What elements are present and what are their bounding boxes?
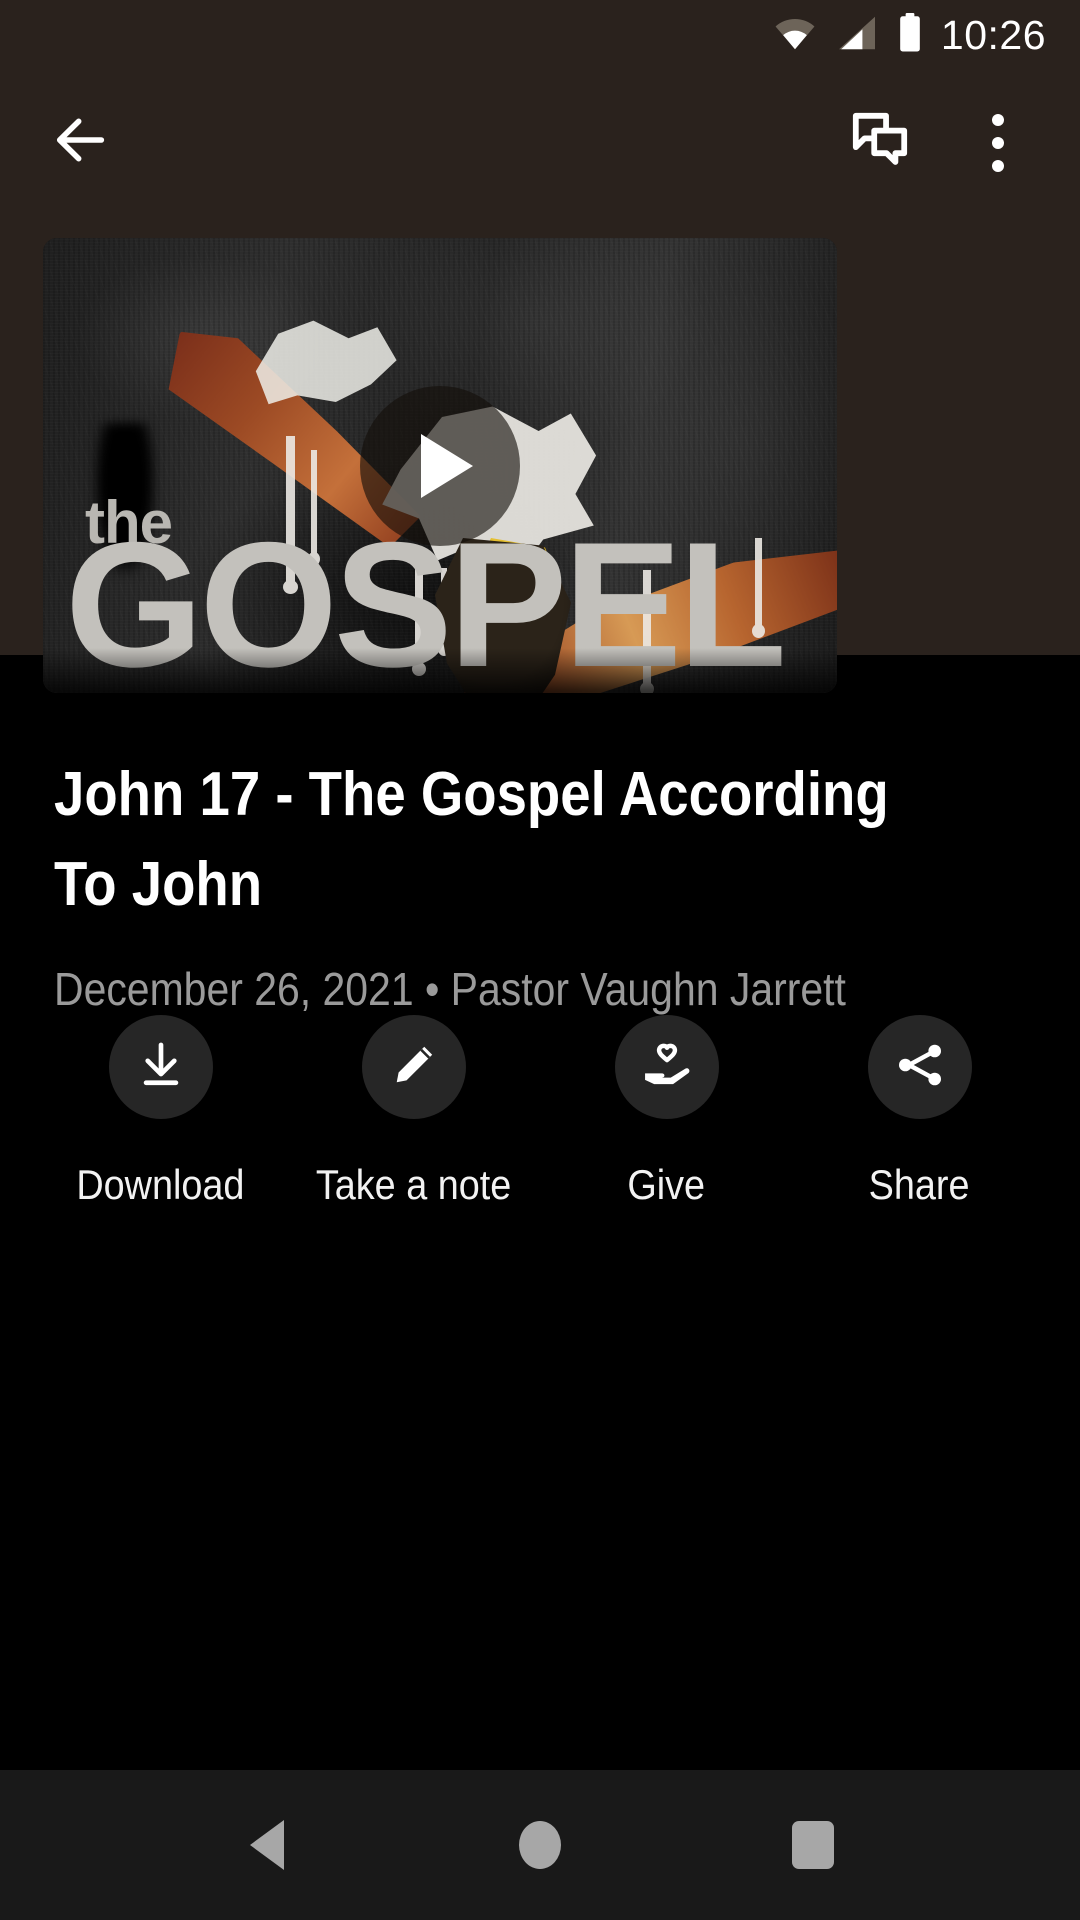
- action-give[interactable]: Give: [540, 1015, 793, 1209]
- hand-heart-icon: [639, 1037, 695, 1098]
- nav-recents-icon: [792, 1821, 835, 1869]
- app-toolbar: [0, 70, 1080, 215]
- page-title: John 17 - The Gospel According To John: [54, 760, 889, 919]
- play-icon: [421, 433, 473, 498]
- nav-back-icon: [249, 1820, 284, 1870]
- action-take-a-note[interactable]: Take a note: [287, 1015, 540, 1209]
- battery-icon: [897, 12, 923, 58]
- overflow-menu-button[interactable]: [952, 97, 1044, 189]
- chat-button[interactable]: [834, 97, 926, 189]
- status-icons: [773, 12, 923, 58]
- play-button[interactable]: [360, 385, 520, 546]
- action-row: Download Take a note Give Share: [0, 1015, 1080, 1209]
- share-button[interactable]: [867, 1015, 972, 1119]
- artwork-bottom-shade: [43, 648, 837, 693]
- nav-home-icon: [518, 1821, 561, 1869]
- app-screen: 10:26 the GOSPEL John 17 - The Gospel Ac…: [0, 0, 1080, 1920]
- more-vertical-icon: [992, 113, 1004, 172]
- sermon-info: John 17 - The Gospel According To John D…: [0, 700, 1080, 1018]
- system-nav-bar: [0, 1770, 1080, 1920]
- nav-back-button[interactable]: [207, 1785, 327, 1905]
- pencil-icon: [386, 1037, 442, 1098]
- video-thumbnail[interactable]: the GOSPEL: [43, 238, 837, 693]
- back-button[interactable]: [40, 103, 120, 183]
- download-button[interactable]: [108, 1015, 213, 1119]
- wifi-icon: [773, 15, 817, 56]
- share-nodes-icon: [892, 1037, 948, 1098]
- action-label: Share: [869, 1161, 970, 1208]
- download-icon: [133, 1037, 189, 1098]
- nav-recents-button[interactable]: [753, 1785, 873, 1905]
- action-download[interactable]: Download: [34, 1015, 287, 1209]
- cellular-signal-icon: [835, 15, 879, 56]
- action-share[interactable]: Share: [793, 1015, 1046, 1209]
- sermon-meta: December 26, 2021 • Pastor Vaughn Jarret…: [54, 963, 846, 1015]
- chat-bubbles-icon: [847, 107, 913, 178]
- give-button[interactable]: [614, 1015, 719, 1119]
- status-bar: 10:26: [0, 0, 1080, 70]
- status-bar-clock: 10:26: [940, 11, 1046, 58]
- back-arrow-icon: [48, 108, 112, 177]
- nav-home-button[interactable]: [480, 1785, 600, 1905]
- take-note-button[interactable]: [361, 1015, 466, 1119]
- action-label: Download: [76, 1161, 245, 1208]
- action-label: Take a note: [315, 1161, 512, 1208]
- action-label: Give: [627, 1161, 706, 1208]
